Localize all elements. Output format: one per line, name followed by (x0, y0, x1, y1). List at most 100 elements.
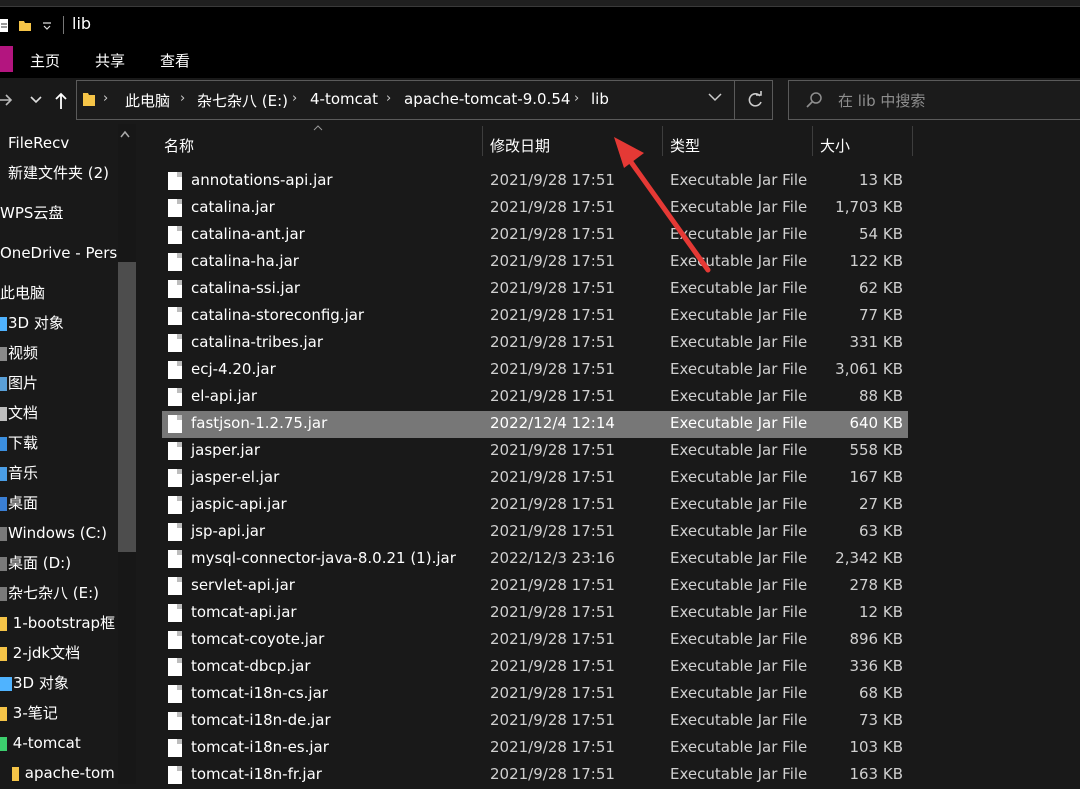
sidebar-item-filerecv[interactable]: FileRecv (8, 128, 126, 158)
jar-file-icon (168, 172, 182, 190)
sidebar-item-apache-tomcat[interactable]: apache-tom (12, 758, 130, 784)
file-date: 2021/9/28 17:51 (490, 657, 615, 675)
file-row[interactable]: tomcat-i18n-de.jar 2021/9/28 17:51 Executa… (162, 708, 908, 735)
file-size: 558 KB (849, 441, 903, 459)
properties-icon[interactable] (0, 18, 10, 34)
file-row[interactable]: catalina-ssi.jar 2021/9/28 17:51 Executabl… (162, 276, 908, 303)
file-row[interactable]: mysql-connector-java-8.0.21 (1).jar 2022/… (162, 546, 908, 573)
sidebar-scrollbar-thumb[interactable] (118, 262, 136, 552)
breadcrumb-separator[interactable]: › (574, 91, 579, 106)
file-row[interactable]: jasper.jar 2021/9/28 17:51 Executable Jar … (162, 438, 908, 465)
file-row[interactable]: fastjson-1.2.75.jar 2022/12/4 12:14 Execut… (162, 411, 908, 438)
search-placeholder[interactable]: 在 lib 中搜索 (838, 90, 925, 111)
column-header-name[interactable]: 名称 (164, 135, 194, 156)
file-row[interactable]: catalina-ha.jar 2021/9/28 17:51 Executable… (162, 249, 908, 276)
file-date: 2021/9/28 17:51 (490, 441, 615, 459)
breadcrumb-4-tomcat[interactable]: 4-tomcat (310, 90, 378, 108)
file-name: jaspic-api.jar (191, 495, 287, 513)
breadcrumb-separator[interactable]: › (180, 91, 185, 106)
recent-locations-chevron-icon[interactable] (30, 96, 42, 104)
file-row[interactable]: servlet-api.jar 2021/9/28 17:51 Executable… (162, 573, 908, 600)
breadcrumb-separator[interactable]: › (292, 91, 297, 106)
sidebar-item-pictures[interactable]: 图片 (0, 368, 118, 398)
sidebar-item-onedrive[interactable]: OneDrive - Perso (0, 238, 118, 268)
sidebar-item-drive-e[interactable]: 杂七杂八 (E:) (0, 578, 118, 608)
jar-file-icon (168, 415, 182, 433)
sidebar-item-videos[interactable]: 视频 (0, 338, 118, 368)
sidebar-item-label: 桌面 (D:) (8, 554, 72, 572)
desktop-icon (0, 496, 7, 511)
sidebar-item-desktop[interactable]: 桌面 (0, 488, 118, 518)
file-date: 2021/9/28 17:51 (490, 387, 615, 405)
refresh-icon[interactable] (746, 90, 764, 110)
file-row[interactable]: jsp-api.jar 2021/9/28 17:51 Executable Jar… (162, 519, 908, 546)
file-row[interactable]: tomcat-coyote.jar 2021/9/28 17:51 Executab… (162, 627, 908, 654)
sidebar-item-1-bootstrap[interactable]: 1-bootstrap框 (0, 608, 118, 638)
sidebar-item-music[interactable]: 音乐 (0, 458, 118, 488)
file-name: tomcat-api.jar (191, 603, 297, 621)
jar-file-icon (168, 658, 182, 676)
sidebar-item-new-folder-2[interactable]: 新建文件夹 (2) (8, 158, 126, 188)
column-divider[interactable] (912, 126, 913, 156)
file-size: 163 KB (849, 765, 903, 783)
file-row[interactable]: catalina-tribes.jar 2021/9/28 17:51 Execut… (162, 330, 908, 357)
file-row[interactable]: tomcat-dbcp.jar 2021/9/28 17:51 Executable… (162, 654, 908, 681)
drive-icon (0, 526, 7, 541)
sidebar-item-documents[interactable]: 文档 (0, 398, 118, 428)
sidebar-item-3d-objects-folder[interactable]: 3D 对象 (0, 668, 118, 698)
file-type: Executable Jar File (670, 576, 808, 594)
sidebar-item-4-tomcat[interactable]: 4-tomcat (0, 728, 118, 758)
file-row[interactable]: tomcat-i18n-cs.jar 2021/9/28 17:51 Executa… (162, 681, 908, 708)
file-row[interactable]: catalina-ant.jar 2021/9/28 17:51 Executabl… (162, 222, 908, 249)
file-row[interactable]: tomcat-i18n-fr.jar 2021/9/28 17:51 Executa… (162, 762, 908, 789)
file-row[interactable]: catalina-storeconfig.jar 2021/9/28 17:51 E… (162, 303, 908, 330)
forward-arrow-icon[interactable] (0, 90, 14, 110)
sidebar-item-3-notes[interactable]: 3-笔记 (0, 698, 118, 728)
jar-file-icon (168, 199, 182, 217)
quick-access-dropdown-icon[interactable] (42, 22, 52, 30)
folder-icon (0, 616, 7, 631)
search-box[interactable] (788, 80, 1080, 120)
column-divider[interactable] (482, 126, 483, 156)
file-type: Executable Jar File (670, 630, 808, 648)
folder-icon (0, 646, 7, 661)
sidebar-item-drive-c[interactable]: Windows (C:) (0, 518, 118, 548)
sidebar-item-2-jdk-docs[interactable]: 2-jdk文档 (0, 638, 118, 668)
up-arrow-icon[interactable] (54, 92, 68, 110)
scroll-up-chevron-icon[interactable] (120, 130, 130, 138)
tab-view[interactable]: 查看 (160, 50, 190, 71)
breadcrumb-apache-tomcat[interactable]: apache-tomcat-9.0.54 (404, 90, 570, 108)
file-row[interactable]: jaspic-api.jar 2021/9/28 17:51 Executable … (162, 492, 908, 519)
breadcrumb-lib[interactable]: lib (591, 90, 609, 108)
sidebar-item-drive-d[interactable]: 桌面 (D:) (0, 548, 118, 578)
column-header-size[interactable]: 大小 (820, 135, 850, 156)
sidebar-item-downloads[interactable]: 下载 (0, 428, 118, 458)
tab-home[interactable]: 主页 (30, 50, 60, 71)
file-size: 640 KB (849, 414, 903, 432)
column-header-date[interactable]: 修改日期 (490, 135, 550, 156)
file-row[interactable]: tomcat-api.jar 2021/9/28 17:51 Executable … (162, 600, 908, 627)
file-row[interactable]: jasper-el.jar 2021/9/28 17:51 Executable J… (162, 465, 908, 492)
sidebar-item-3d-objects[interactable]: 3D 对象 (0, 308, 118, 338)
title-separator (63, 16, 64, 34)
annotation-arrow (614, 137, 711, 273)
file-name: mysql-connector-java-8.0.21 (1).jar (191, 549, 456, 567)
file-row[interactable]: el-api.jar 2021/9/28 17:51 Executable Jar … (162, 384, 908, 411)
file-row[interactable]: ecj-4.20.jar 2021/9/28 17:51 Executable Ja… (162, 357, 908, 384)
file-row[interactable]: tomcat-i18n-es.jar 2021/9/28 17:51 Executa… (162, 735, 908, 762)
breadcrumb-separator[interactable]: › (386, 91, 391, 106)
folder-icon[interactable] (18, 18, 32, 32)
file-size: 336 KB (849, 657, 903, 675)
sidebar-item-wps-cloud[interactable]: WPS云盘 (0, 198, 118, 228)
file-row[interactable]: annotations-api.jar 2021/9/28 17:51 Execut… (162, 168, 908, 195)
breadcrumb-drive-e[interactable]: 杂七杂八 (E:) (197, 90, 288, 111)
tab-share[interactable]: 共享 (95, 50, 125, 71)
address-history-chevron-icon[interactable] (708, 93, 722, 102)
file-row[interactable]: catalina.jar 2021/9/28 17:51 Executable Ja… (162, 195, 908, 222)
sidebar-item-this-pc[interactable]: 此电脑 (0, 278, 118, 308)
file-tab[interactable] (0, 46, 13, 72)
file-date: 2021/9/28 17:51 (490, 333, 615, 351)
column-divider[interactable] (812, 126, 813, 156)
breadcrumb-separator[interactable]: › (103, 91, 108, 106)
breadcrumb-this-pc[interactable]: 此电脑 (125, 90, 170, 111)
